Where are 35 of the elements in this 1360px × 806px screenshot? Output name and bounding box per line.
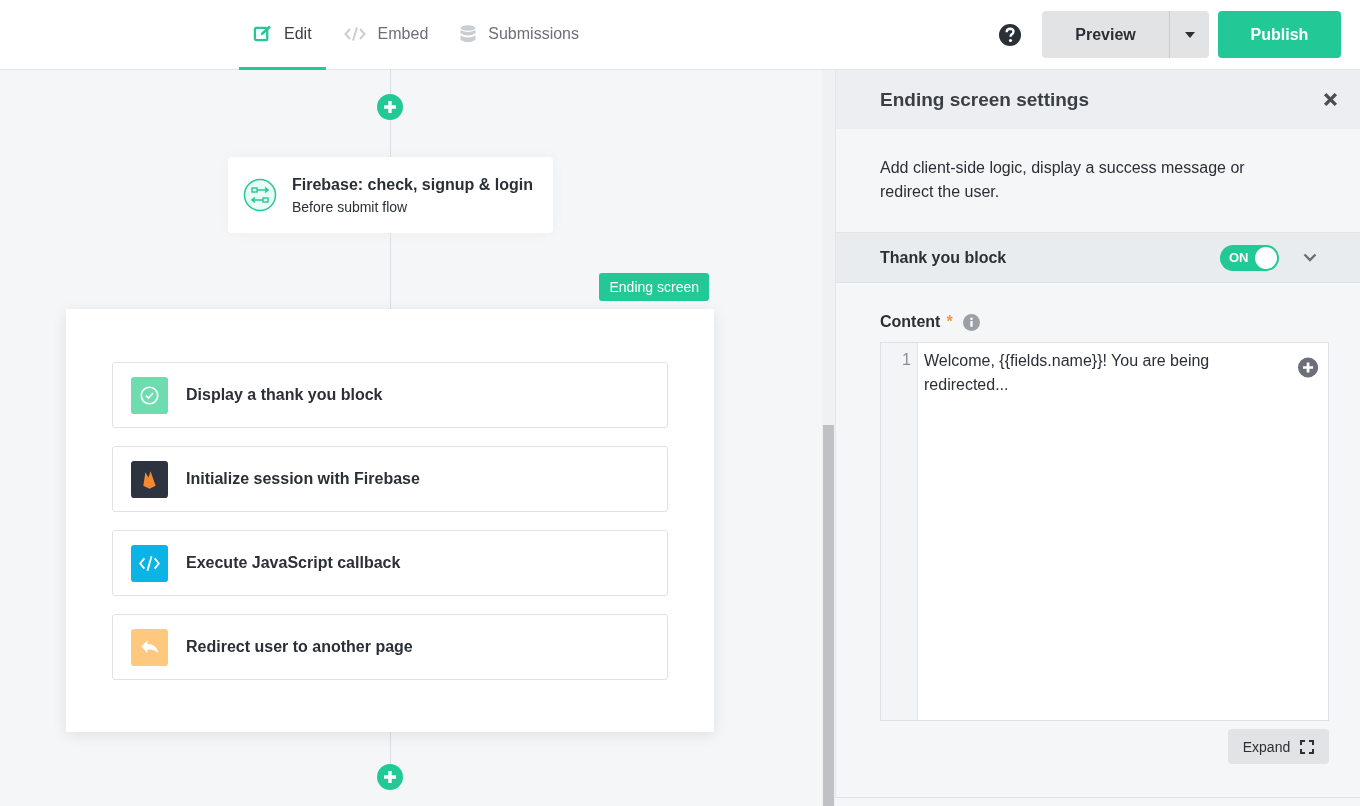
action-option[interactable]: Execute JavaScript callback <box>112 530 668 596</box>
preview-button[interactable]: Preview <box>1042 11 1169 58</box>
caret-icon <box>1184 31 1195 38</box>
editor-text: Welcome, {{fields.name}}! You are being redirected... <box>924 351 1211 395</box>
close-button[interactable] <box>1323 92 1338 107</box>
step-title: Firebase: check, signup & login <box>292 175 533 194</box>
close-icon <box>1323 92 1338 107</box>
help-icon <box>999 23 1021 46</box>
field-label: Content <box>880 313 941 331</box>
flow-step-card[interactable]: Firebase: check, signup & login Before submit flow <box>228 157 553 233</box>
tab[interactable]: Embed <box>329 0 443 70</box>
ending-screen-badge: Ending screen <box>599 273 709 301</box>
line-number: 1 <box>901 351 911 369</box>
transfer-icon <box>243 178 277 212</box>
database-icon <box>460 24 477 43</box>
expand-button[interactable]: Expand <box>1228 729 1329 764</box>
add-icon <box>377 764 403 790</box>
add-icon <box>1297 357 1318 378</box>
step-subtitle: Before submit flow <box>292 198 409 215</box>
section-title: Thank you block <box>880 248 1008 267</box>
tab[interactable]: Submissions <box>446 0 593 70</box>
fullscreen-icon <box>1300 739 1315 754</box>
code-editor[interactable]: 1 Welcome, {{fields.name}}! You are being redirected... <box>880 342 1329 721</box>
info-icon <box>962 313 980 331</box>
action-option[interactable]: Initialize session with Firebase <box>112 446 668 512</box>
section-header[interactable]: Thank you block ON <box>836 233 1360 283</box>
action-option[interactable]: Display a thank you block <box>112 362 668 428</box>
edit-icon <box>253 24 272 43</box>
scrollbar-thumb[interactable] <box>823 425 834 806</box>
code-icon <box>343 25 366 42</box>
panel-title: Ending screen settings <box>880 88 1090 111</box>
required-mark: * <box>946 313 953 331</box>
action-option[interactable]: Redirect user to another page <box>112 614 668 680</box>
dropdown-button[interactable] <box>1169 11 1209 58</box>
add-icon <box>377 94 403 120</box>
